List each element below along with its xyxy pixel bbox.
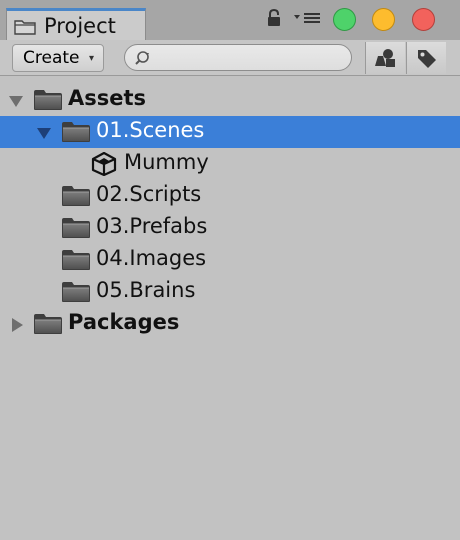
create-button[interactable]: Create ▾ bbox=[12, 44, 104, 72]
folder-icon bbox=[33, 89, 63, 111]
tree-item-03-prefabs[interactable]: 03.Prefabs bbox=[0, 212, 460, 244]
folder-icon bbox=[61, 121, 91, 143]
project-toolbar: Create ▾ bbox=[0, 40, 460, 76]
filter-by-type-button[interactable] bbox=[365, 42, 405, 74]
folder-icon bbox=[61, 185, 91, 207]
filter-by-type-icon bbox=[375, 49, 395, 67]
folder-icon bbox=[61, 281, 91, 303]
expanded-arrow-icon[interactable] bbox=[8, 93, 24, 109]
create-label: Create bbox=[23, 48, 80, 68]
collapsed-arrow-icon[interactable] bbox=[9, 317, 25, 333]
expanded-arrow-icon[interactable] bbox=[36, 125, 52, 141]
minimize-dot[interactable] bbox=[372, 8, 395, 31]
folder-icon bbox=[61, 217, 91, 239]
tree-item-label: 05.Brains bbox=[96, 278, 196, 302]
tree-item-label: Mummy bbox=[124, 150, 209, 174]
tree-item-assets[interactable]: Assets bbox=[0, 84, 460, 116]
tab-menu-icon[interactable] bbox=[292, 11, 322, 25]
close-dot[interactable] bbox=[412, 8, 435, 31]
folder-icon bbox=[33, 313, 63, 335]
maximize-dot[interactable] bbox=[333, 8, 356, 31]
tree-item-01-scenes[interactable]: 01.Scenes bbox=[0, 116, 460, 148]
tree-item-05-brains[interactable]: 05.Brains bbox=[0, 276, 460, 308]
tree-item-label: 01.Scenes bbox=[96, 118, 205, 142]
chevron-down-icon: ▾ bbox=[89, 53, 95, 64]
lock-icon[interactable] bbox=[265, 8, 283, 28]
tree-item-label: 02.Scripts bbox=[96, 182, 202, 206]
tree-item-label: Assets bbox=[68, 86, 147, 110]
tree-item-02-scripts[interactable]: 02.Scripts bbox=[0, 180, 460, 212]
tree-item-label: Packages bbox=[68, 310, 180, 334]
tree-item-label: 04.Images bbox=[96, 246, 207, 270]
filter-by-label-icon bbox=[418, 50, 436, 68]
unity-scene-icon bbox=[91, 152, 117, 176]
tab-strip: Project bbox=[0, 0, 460, 40]
tab-title: Project bbox=[44, 14, 116, 38]
folder-icon bbox=[61, 249, 91, 271]
tree-item-packages[interactable]: Packages bbox=[0, 308, 460, 340]
search-input[interactable] bbox=[157, 47, 346, 69]
tree-item-label: 03.Prefabs bbox=[96, 214, 208, 238]
tree-item-04-images[interactable]: 04.Images bbox=[0, 244, 460, 276]
tree-item-mummy[interactable]: Mummy bbox=[0, 148, 460, 180]
folder-icon bbox=[14, 20, 36, 35]
search-field[interactable] bbox=[124, 44, 352, 71]
tab-project[interactable]: Project bbox=[6, 8, 146, 40]
search-icon bbox=[135, 51, 149, 65]
filter-by-label-button[interactable] bbox=[406, 42, 446, 74]
